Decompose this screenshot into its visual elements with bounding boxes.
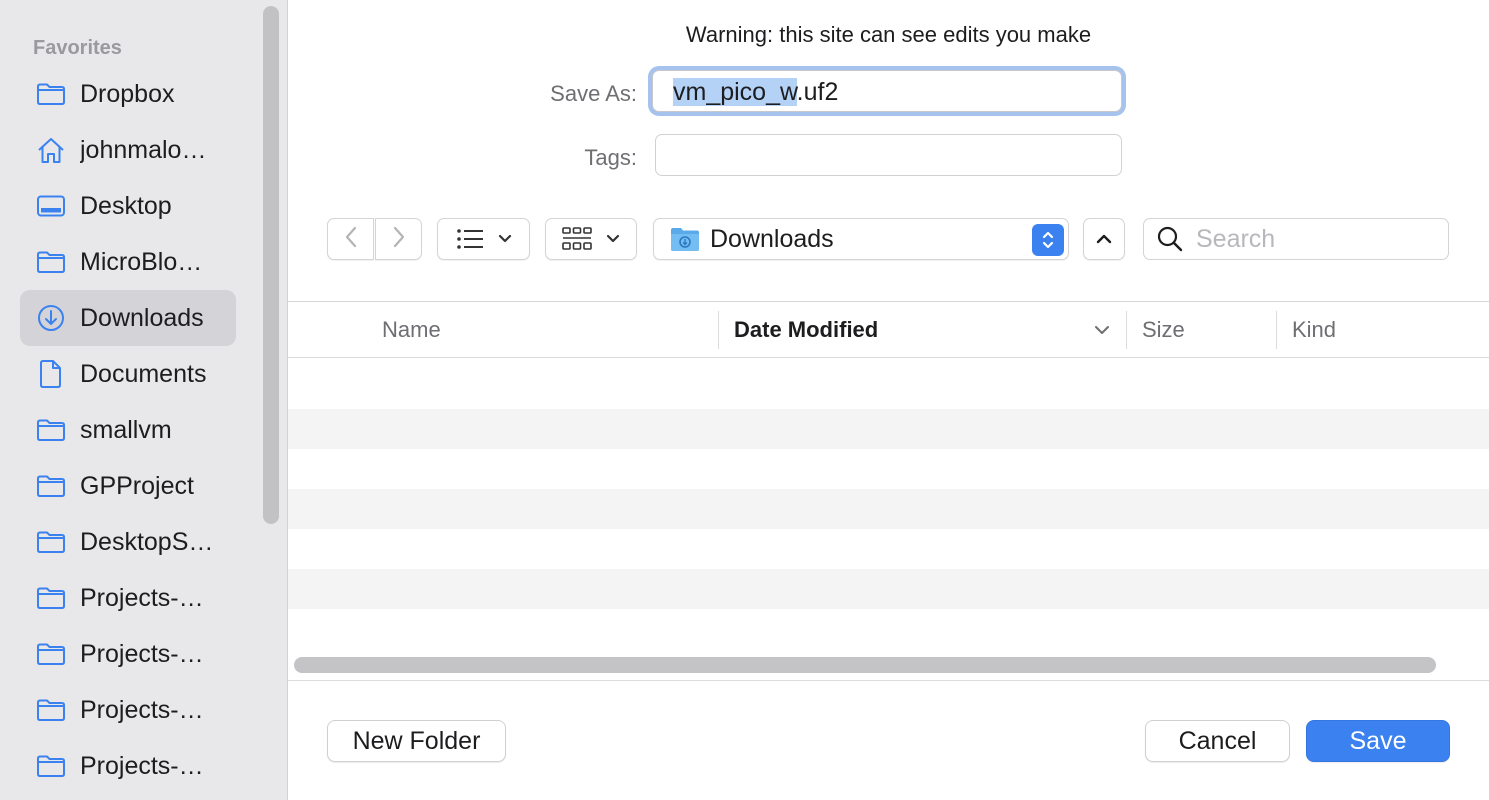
sidebar-item-smallvm[interactable]: smallvm [20,402,236,458]
save-button[interactable]: Save [1306,720,1450,762]
filename-input[interactable]: vm_pico_w.uf2 [652,70,1122,112]
cancel-button[interactable]: Cancel [1145,720,1290,762]
home-icon [35,134,67,166]
folder-icon [35,246,67,278]
sidebar-item-label: Downloads [80,303,204,332]
chevron-up-icon [1096,234,1112,244]
table-row [288,569,1489,609]
sidebar: Favorites Dropbox johnmalo… Desktop Micr… [0,0,288,800]
column-header-size[interactable]: Size [1142,302,1185,358]
table-row [288,609,1489,649]
folder-icon [35,526,67,558]
search-input[interactable] [1196,224,1436,254]
folder-icon [35,470,67,502]
table-row [288,409,1489,449]
folder-icon [35,414,67,446]
filename-selected-text: vm_pico_w [673,78,797,106]
grid-view-icon [562,227,592,251]
sidebar-item-projects-4[interactable]: Projects-… [20,738,236,794]
sidebar-item-gpproject[interactable]: GPProject [20,458,236,514]
sidebar-item-label: GPProject [80,471,194,500]
sidebar-item-label: Projects-… [80,639,204,668]
sidebar-scrollbar-thumb[interactable] [263,6,279,524]
footer-divider [288,680,1489,681]
sidebar-item-label: DesktopS… [80,527,214,556]
site-warning: Warning: this site can see edits you mak… [685,22,1092,47]
column-separator[interactable] [718,311,719,349]
sidebar-item-desktops[interactable]: DesktopS… [20,514,236,570]
sidebar-item-documents[interactable]: Documents [20,346,236,402]
save-dialog: Warning: this site can see edits you mak… [288,0,1489,800]
location-label: Downloads [710,224,834,253]
column-header-kind[interactable]: Kind [1292,302,1336,358]
sidebar-item-label: Desktop [80,191,172,220]
chevron-down-icon [498,234,512,244]
sidebar-item-label: Projects-… [80,751,204,780]
sidebar-item-downloads[interactable]: Downloads [20,290,236,346]
table-row [288,529,1489,569]
horizontal-scrollbar-thumb[interactable] [294,657,1436,673]
updown-chevron-icon [1032,224,1064,256]
sidebar-item-label: Dropbox [80,79,175,108]
sidebar-item-home[interactable]: johnmalo… [20,122,236,178]
sidebar-section-favorites: Favorites [33,37,122,59]
sidebar-item-dropbox[interactable]: Dropbox [20,66,236,122]
search-icon [1156,225,1184,253]
sidebar-item-label: Projects-… [80,695,204,724]
new-folder-button[interactable]: New Folder [327,720,506,762]
sidebar-item-label: johnmalo… [80,135,207,164]
sidebar-item-label: Documents [80,359,207,388]
collapse-dialog-button[interactable] [1083,218,1125,260]
tags-field[interactable] [655,134,1122,176]
tags-label: Tags: [584,145,637,170]
sidebar-item-label: smallvm [80,415,172,444]
location-popup[interactable]: Downloads [653,218,1069,260]
forward-button[interactable] [375,218,422,260]
document-icon [35,358,67,390]
column-header-name[interactable]: Name [382,302,441,358]
group-by-button[interactable] [545,218,637,260]
folder-icon [35,638,67,670]
view-mode-list-button[interactable] [437,218,530,260]
filename-extension: .uf2 [796,78,839,106]
chevron-right-icon [392,225,406,254]
sidebar-item-label: MicroBlo… [80,247,203,276]
search-field[interactable] [1143,218,1449,260]
folder-icon [35,750,67,782]
folder-icon [35,694,67,726]
sidebar-item-projects-1[interactable]: Projects-… [20,570,236,626]
table-row [288,489,1489,529]
folder-icon [35,78,67,110]
column-header-row: Name Date Modified Size Kind [288,302,1489,358]
list-view-icon [456,228,484,250]
chevron-left-icon [344,225,358,254]
table-row [288,449,1489,489]
table-row [288,369,1489,409]
sidebar-item-desktop[interactable]: Desktop [20,178,236,234]
back-button[interactable] [327,218,374,260]
sort-chevron-down-icon [1094,325,1110,335]
sidebar-item-projects-2[interactable]: Projects-… [20,626,236,682]
sidebar-item-label: Projects-… [80,583,204,612]
desktop-icon [35,190,67,222]
column-separator[interactable] [1276,311,1277,349]
column-separator[interactable] [1126,311,1127,349]
folder-icon [35,582,67,614]
save-as-label: Save As: [550,81,637,106]
sidebar-item-projects-3[interactable]: Projects-… [20,682,236,738]
column-header-date-modified[interactable]: Date Modified [734,302,878,358]
sidebar-item-microblocks[interactable]: MicroBlo… [20,234,236,290]
downloads-folder-icon [670,226,700,252]
downloads-icon [35,302,67,334]
chevron-down-icon [606,234,620,244]
